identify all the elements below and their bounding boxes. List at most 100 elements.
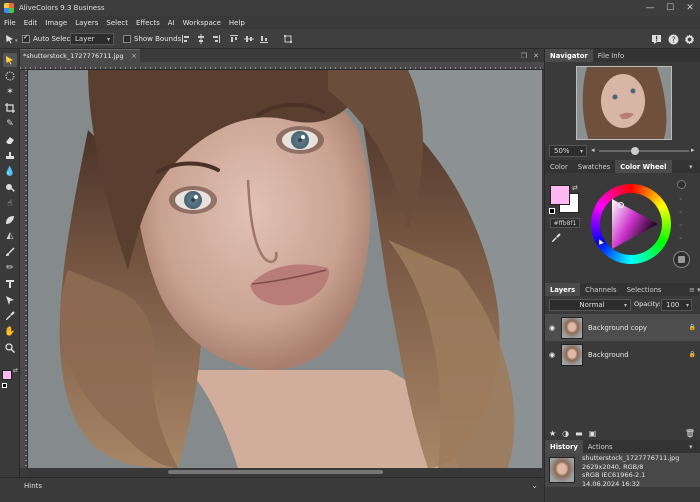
align-left-icon[interactable]: [180, 33, 192, 45]
zoom-slider-handle[interactable]: [631, 147, 639, 155]
crop-icon[interactable]: [3, 101, 17, 115]
transform-icon[interactable]: [282, 33, 294, 45]
opacity-value: 100: [666, 301, 680, 309]
zoom-dropdown[interactable]: 50% ▾: [549, 145, 587, 157]
tab-layers[interactable]: Layers: [545, 283, 581, 296]
step-icon[interactable]: ◦: [679, 235, 683, 242]
swap-colors-icon[interactable]: ⇄: [13, 367, 18, 374]
new-layer-icon[interactable]: ▣: [589, 429, 597, 438]
auto-select-target-dropdown[interactable]: Layer ▾: [70, 33, 114, 45]
tab-file-info[interactable]: File Info: [593, 49, 629, 62]
help-icon[interactable]: ?: [667, 33, 679, 45]
healing-brush-icon[interactable]: ✎: [3, 117, 17, 131]
step-icon[interactable]: ◦: [679, 222, 683, 229]
sponge-icon[interactable]: [3, 213, 17, 227]
tab-channels[interactable]: Channels: [580, 283, 621, 296]
minimize-button[interactable]: —: [640, 0, 660, 16]
tab-color[interactable]: Color: [545, 160, 573, 173]
maximize-button[interactable]: ☐: [660, 0, 680, 16]
chevron-down-icon[interactable]: ⌄: [531, 481, 538, 490]
document-tab[interactable]: *shutterstock_1727776711.jpg ×: [20, 49, 140, 62]
menu-select[interactable]: Select: [106, 19, 128, 27]
align-top-icon[interactable]: [228, 33, 240, 45]
horizontal-scrollbar[interactable]: [28, 468, 542, 476]
tab-swatches[interactable]: Swatches: [573, 160, 615, 173]
panel-menu-icon[interactable]: ▾: [689, 440, 700, 453]
wheel-mode-button[interactable]: [677, 180, 686, 189]
align-middle-vertical-icon[interactable]: [243, 33, 255, 45]
default-colors-icon[interactable]: [549, 208, 555, 214]
layer-row-background-copy[interactable]: ◉ Background copy 🔒: [545, 314, 700, 341]
step-icon[interactable]: ◦: [679, 209, 683, 216]
zoom-out-icon[interactable]: ◂: [591, 146, 595, 154]
tab-selections[interactable]: Selections: [622, 283, 667, 296]
tab-actions[interactable]: Actions: [583, 440, 618, 453]
gear-icon[interactable]: [683, 33, 695, 45]
eyedropper-icon[interactable]: [3, 309, 17, 323]
foreground-color-swatch[interactable]: [2, 370, 12, 380]
brush-icon[interactable]: [3, 245, 17, 259]
color-harmony-button[interactable]: [673, 251, 690, 268]
adjustment-layer-icon[interactable]: ◑: [562, 429, 569, 438]
visibility-eye-icon[interactable]: ◉: [545, 324, 559, 332]
move-tool-icon[interactable]: [3, 53, 17, 67]
direct-selection-icon[interactable]: [3, 293, 17, 307]
magic-wand-icon[interactable]: ✶: [3, 85, 17, 99]
align-center-horizontal-icon[interactable]: [195, 33, 207, 45]
eraser-icon[interactable]: [3, 133, 17, 147]
menu-file[interactable]: File: [4, 19, 16, 27]
color-wheel[interactable]: [590, 183, 672, 265]
panel-menu-icon[interactable]: ▾: [689, 160, 700, 173]
opacity-field[interactable]: 100 ▾: [661, 299, 692, 311]
menu-effects[interactable]: Effects: [136, 19, 160, 27]
navigator-preview[interactable]: [576, 66, 672, 140]
zoom-slider[interactable]: [599, 150, 689, 152]
zoom-tool-icon[interactable]: [3, 341, 17, 355]
auto-select-checkbox[interactable]: [22, 35, 30, 43]
layer-effects-icon[interactable]: ★: [549, 429, 556, 438]
eyedropper-icon[interactable]: [551, 233, 561, 245]
smudge-icon[interactable]: ☝: [3, 197, 17, 211]
new-group-icon[interactable]: ▬: [575, 429, 583, 438]
align-bottom-icon[interactable]: [258, 33, 270, 45]
close-button[interactable]: ✕: [680, 0, 700, 16]
panel-menu-icon[interactable]: ≡ ▾: [689, 283, 700, 296]
delete-layer-icon[interactable]: 🗑: [685, 429, 695, 438]
blur-drop-icon[interactable]: 💧: [3, 165, 17, 179]
menu-image[interactable]: Image: [45, 19, 67, 27]
step-icon[interactable]: ◦: [679, 196, 683, 203]
doc-restore-icon[interactable]: ❐: [518, 52, 530, 60]
layer-row-background[interactable]: ◉ Background 🔒: [545, 341, 700, 368]
tab-navigator[interactable]: Navigator: [545, 49, 593, 62]
visibility-eye-icon[interactable]: ◉: [545, 351, 559, 359]
close-document-icon[interactable]: ×: [131, 52, 137, 60]
hex-color-field[interactable]: #ffb8f1: [550, 218, 580, 228]
tab-history[interactable]: History: [545, 440, 583, 453]
image-canvas[interactable]: [28, 70, 542, 468]
doc-close-icon[interactable]: ✕: [530, 52, 542, 60]
menu-ai[interactable]: AI: [168, 19, 175, 27]
dodge-icon[interactable]: [3, 181, 17, 195]
menu-help[interactable]: Help: [229, 19, 245, 27]
blend-mode-dropdown[interactable]: Normal ▾: [549, 299, 631, 311]
scrollbar-thumb[interactable]: [168, 470, 383, 474]
zoom-in-icon[interactable]: ▸: [691, 146, 695, 154]
default-colors-icon[interactable]: [2, 383, 7, 388]
tab-color-wheel[interactable]: Color Wheel: [615, 160, 672, 173]
paint-bucket-icon[interactable]: ◭: [3, 229, 17, 243]
menu-layers[interactable]: Layers: [75, 19, 98, 27]
show-bounds-checkbox[interactable]: [123, 35, 131, 43]
swap-colors-icon[interactable]: ⇄: [572, 184, 578, 192]
notification-icon[interactable]: [650, 33, 662, 45]
foreground-color-swatch[interactable]: [550, 185, 570, 205]
align-right-icon[interactable]: [210, 33, 222, 45]
history-item[interactable]: shutterstock_1727776711.jpg 2629x2040, R…: [545, 453, 700, 488]
menu-edit[interactable]: Edit: [24, 19, 38, 27]
marquee-select-icon[interactable]: [3, 69, 17, 83]
text-tool-icon[interactable]: [3, 277, 17, 291]
hand-tool-icon[interactable]: ✋: [3, 325, 17, 339]
menu-workspace[interactable]: Workspace: [183, 19, 221, 27]
pencil-icon[interactable]: ✏: [3, 261, 17, 275]
chevron-down-icon[interactable]: ▾: [15, 38, 18, 44]
clone-stamp-icon[interactable]: [3, 149, 17, 163]
